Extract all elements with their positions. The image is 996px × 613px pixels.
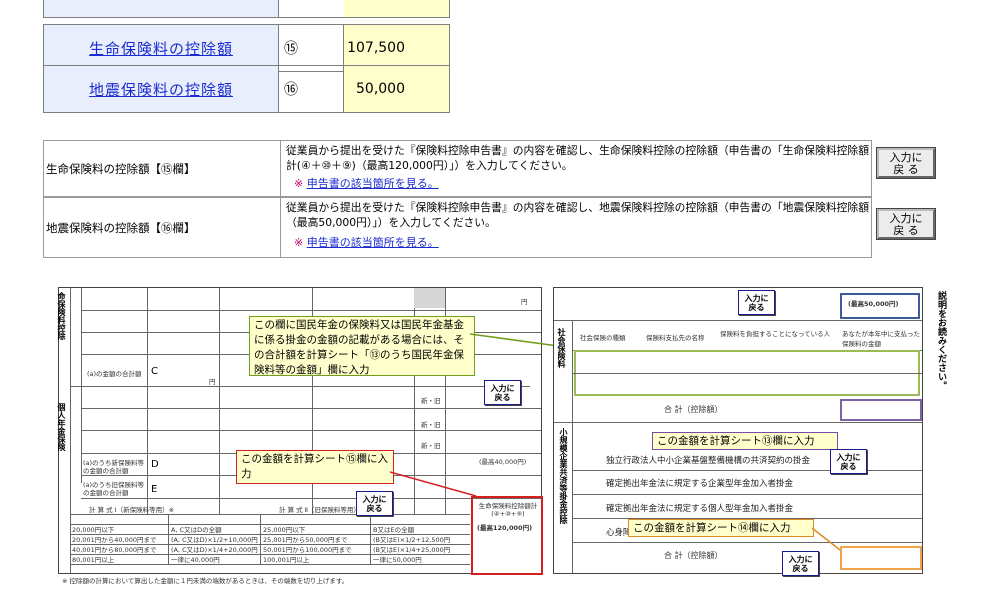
instruction-text: 従業員から提出を受けた『保険料控除申告書』の内容を確認し、地震保険料控除の控除額…: [286, 200, 871, 250]
button-line-2: 戻る: [494, 393, 511, 402]
summary-row-earthquake: 地震保険料の控除額 ⑯ 50,000: [43, 65, 450, 113]
button-line-2: 戻る: [840, 462, 857, 471]
label-d: (a)のうち新保険料等の金額の合計額: [83, 459, 145, 475]
earthquake-insurance-deduction-link[interactable]: 地震保険料の控除額: [89, 79, 233, 100]
back-to-input-button[interactable]: 入力に 戻 る: [876, 208, 936, 240]
social-total-label: 合 計（控除額）: [664, 405, 723, 414]
item-row: 確定拠出年金法に規定する企業型年金加入者掛金: [606, 479, 794, 489]
small-business-total-label: 合 計（控除額）: [664, 551, 723, 560]
instruction-link-line: ※ 申告書の該当箇所を見る。: [294, 176, 871, 191]
button-line-2: 戻 る: [893, 163, 919, 176]
callout-connector: [470, 333, 559, 347]
instruction-label: 生命保険料の控除額【⑮欄】: [44, 141, 281, 196]
label-e-letter: E: [151, 484, 158, 495]
header-cell: 社会保険の種類: [580, 334, 626, 342]
label-c: C: [151, 366, 158, 377]
vertical-label-small-business: 小規模企業共済等掛金控除: [559, 428, 568, 524]
view-form-section-link[interactable]: 申告書の該当箇所を見る。: [307, 177, 439, 190]
button-line-1: 入力に: [490, 384, 515, 393]
callout-social-total: この金額を計算シート⑬欄に入力: [652, 432, 838, 450]
callout-connector: [390, 471, 477, 497]
calc-cell: 25,001円から50,000円まで: [263, 536, 348, 544]
max-50000-label: (最高50,000円): [848, 300, 899, 308]
button-line-2: 戻る: [366, 504, 383, 513]
max-40000-label: (最高40,000円): [479, 458, 527, 466]
form-back-button[interactable]: 入力に 戻る: [782, 551, 819, 576]
vertical-label-social: 社会保険料: [557, 328, 566, 368]
callout-national-pension: この欄に国民年金の保険料又は国民年金基金に係る掛金の金額の記載がある場合には、そ…: [249, 316, 475, 376]
calc-cell: A, C又はDの全額: [171, 526, 222, 534]
callout-small-business-total: この金額を計算シート⑭欄に入力: [628, 519, 814, 537]
form-back-button[interactable]: 入力に 戻る: [484, 380, 521, 405]
button-line-1: 入力に: [836, 453, 861, 462]
instruction-label: 地震保険料の控除額【⑯欄】: [44, 198, 281, 257]
form-back-button[interactable]: 入力に 戻る: [738, 290, 775, 315]
header-cell: 保険料支払先の名称: [646, 334, 705, 342]
yen-label: 円: [209, 378, 216, 386]
new-old-label: 新・旧: [421, 421, 441, 429]
back-to-input-button[interactable]: 入力に 戻 る: [876, 147, 936, 179]
calc-formula-2-header: 計 算 式 Ⅱ（旧保険料等用）※: [279, 506, 366, 514]
life-insurance-deduction-link[interactable]: 生命保険料の控除額: [89, 38, 233, 59]
vertical-label-pension: 個人年金保険: [57, 403, 66, 451]
earthquake-insurance-deduction-value[interactable]: 50,000: [344, 66, 449, 112]
earthquake-max-box: (最高50,000円): [840, 293, 920, 319]
calc-formula-1-header: 計 算 式 Ⅰ（新保険料等用）※: [89, 506, 175, 514]
instruction-link-line: ※ 申告書の該当箇所を見る。: [294, 235, 871, 250]
small-business-total-box: [840, 546, 922, 570]
instruction-text: 従業員から提出を受けた『保険料控除申告書』の内容を確認し、生命保険料控除の控除額…: [286, 143, 871, 191]
calc-cell: (A, C又はD)×1/2+10,000円: [171, 536, 258, 544]
button-line-2: 戻る: [748, 303, 765, 312]
form-back-button[interactable]: 入力に 戻る: [830, 449, 867, 474]
calc-cell: 40,001円から80,000円まで: [72, 546, 157, 554]
form-back-button[interactable]: 入力に 戻る: [356, 491, 393, 516]
total-max-label: (最高120,000円): [477, 524, 533, 532]
summary-label-cell: 地震保険料の控除額: [44, 66, 279, 112]
instruction-body: 従業員から提出を受けた『保険料控除申告書』の内容を確認し、生命保険料控除の控除額…: [286, 144, 870, 172]
calc-cell: B又はEの全額: [373, 526, 415, 534]
button-line-2: 戻 る: [893, 224, 919, 237]
label-d-letter: D: [151, 459, 159, 470]
calc-cell: 一律に40,000円: [171, 556, 220, 564]
calc-cell: (B又はE)×1/4+25,000円: [373, 546, 451, 554]
social-total-box: [840, 399, 922, 421]
total-life-deduction-box: 生命保険料控除額計(④+⑩+⑨) (最高120,000円): [471, 496, 543, 575]
calc-cell: 50,001円から100,000円まで: [263, 546, 352, 554]
instruction-body: 従業員から提出を受けた『保険料控除申告書』の内容を確認し、地震保険料控除の控除額…: [286, 201, 870, 229]
instruction-row-earthquake: 地震保険料の控除額【⑯欄】 従業員から提出を受けた『保険料控除申告書』の内容を確…: [43, 197, 872, 258]
form-footnote: ※ 控除額の計算において算出した金額に１円未満の端数があるときは、その端数を切り…: [62, 577, 349, 585]
calc-cell: 20,000円以下: [72, 526, 115, 534]
item-row: 確定拠出年金法に規定する個人型年金加入者掛金: [606, 504, 794, 514]
new-old-label: 新・旧: [421, 397, 441, 405]
callout-life-total: この金額を計算シート⑮欄に入力: [236, 450, 394, 484]
side-instruction-text: 説明をお読みください。: [936, 291, 946, 390]
button-line-2: 戻る: [792, 564, 809, 573]
item-row: 独立行政法人中小企業基盤整備機構の共済契約の掛金: [606, 456, 811, 466]
button-line-1: 入力に: [788, 555, 813, 564]
vertical-label-life: 命保険料控除: [57, 292, 66, 340]
calc-cell: 一律に50,000円: [373, 556, 422, 564]
note-mark: ※: [294, 177, 304, 190]
calc-cell: 25,000円以下: [263, 526, 306, 534]
summary-top-cut-row: [43, 0, 450, 18]
calc-cell: 20,001円から40,000円まで: [72, 536, 157, 544]
label-e: (a)のうち旧保険料等の金額の合計額: [83, 481, 145, 497]
total-label: 生命保険料控除額計(④+⑩+⑨): [478, 502, 538, 518]
summary-number-marker: ⑯: [278, 66, 344, 112]
calc-cell: (B又はE)×1/2+12,500円: [373, 536, 451, 544]
button-line-1: 入力に: [362, 495, 387, 504]
note-mark: ※: [294, 236, 304, 249]
header-cell: あなたが本年中に支払った保険料の金額: [842, 330, 920, 348]
calc-cell: 100,001円以上: [263, 556, 310, 564]
header-cell: 保険料を負担することになっている人: [720, 330, 831, 338]
instruction-row-life: 生命保険料の控除額【⑮欄】 従業員から提出を受けた『保険料控除申告書』の内容を確…: [43, 140, 872, 197]
button-line-1: 入力に: [744, 294, 769, 303]
calc-cell: (A, C又はD)×1/4+20,000円: [171, 546, 258, 554]
calc-cell: 80,001円以上: [72, 556, 115, 564]
yen-label: 円: [521, 298, 528, 306]
view-form-section-link[interactable]: 申告書の該当箇所を見る。: [307, 236, 439, 249]
new-old-label: 新・旧: [421, 442, 441, 450]
label-sum-c: (a)の金額の合計額: [87, 370, 142, 378]
